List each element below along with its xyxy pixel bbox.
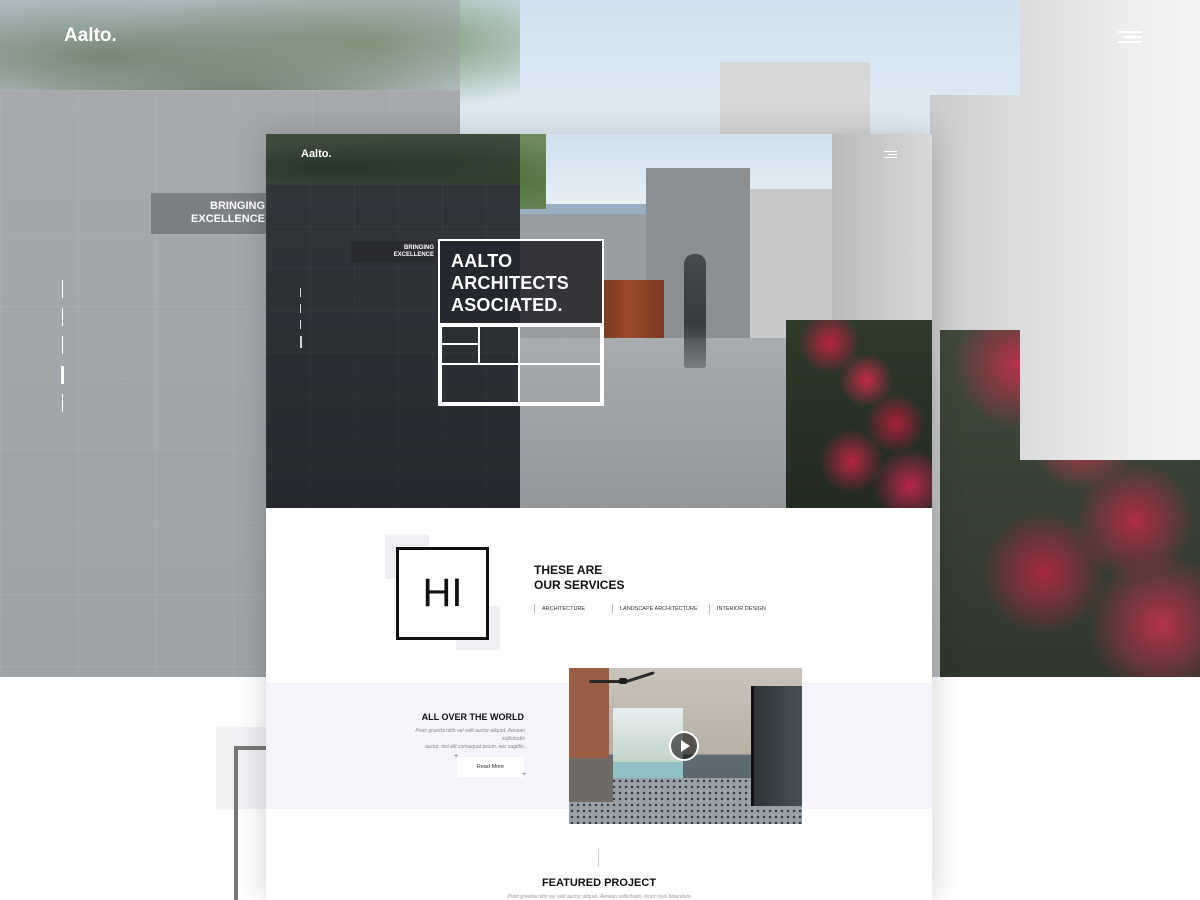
- slide-dot[interactable]: [62, 336, 63, 354]
- grid-cell: [478, 325, 520, 365]
- slide-dot-active[interactable]: [300, 336, 302, 348]
- background-wall-right: [1020, 0, 1200, 460]
- services-list: ARCHITECTURE LANDSCAPE ARCHITECTURE INTE…: [534, 604, 769, 616]
- video-thumbnail[interactable]: [569, 668, 802, 824]
- hero-flowers: [786, 320, 932, 508]
- services-title: THESE ARE OUR SERVICES: [534, 563, 674, 593]
- hero-title-line2: ARCHITECTS: [451, 273, 569, 293]
- background-logo[interactable]: Aalto.: [64, 25, 117, 47]
- background-tagline-line2: EXCELLENCE: [191, 213, 265, 225]
- grid-cell: [440, 325, 480, 345]
- ceiling-fan: [589, 671, 659, 690]
- hero-tagline-line1: BRINGING: [404, 245, 434, 251]
- hero-tagline: BRINGING EXCELLENCE: [350, 241, 437, 263]
- world-title: ALL OVER THE WORLD: [421, 712, 524, 722]
- hi-badge: HI: [396, 547, 489, 640]
- hero-wall-right: [750, 189, 836, 339]
- grid-cell: [518, 325, 602, 365]
- hero-title-panel: AALTO ARCHITECTS ASOCIATED.: [440, 241, 602, 325]
- grid-cell: [440, 363, 520, 404]
- video-window: [751, 686, 802, 806]
- video-counter: [569, 758, 613, 802]
- grid-cell: [440, 343, 480, 365]
- website-mockup: Aalto. BRINGING EXCELLENCE AALTO ARCHITE…: [266, 134, 932, 900]
- slide-dot[interactable]: [300, 304, 301, 313]
- background-slide-indicator[interactable]: [61, 280, 65, 412]
- read-more-button[interactable]: Read More: [457, 757, 524, 777]
- grid-cell: [518, 363, 602, 404]
- world-text-line2: auctor, nisi elit consequat ipsum, nec s…: [424, 744, 525, 750]
- hero-title: AALTO ARCHITECTS ASOCIATED.: [451, 250, 569, 316]
- hero-slide-indicator[interactable]: [300, 288, 302, 360]
- services-title-line2: OUR SERVICES: [534, 578, 625, 592]
- hero-title-line3: ASOCIATED.: [451, 295, 563, 315]
- background-tagline-line1: BRINGING: [210, 200, 265, 212]
- featured-text: Proin gravida nibh vel velit auctor aliq…: [507, 894, 691, 900]
- hamburger-menu-icon[interactable]: [884, 151, 897, 159]
- play-icon[interactable]: [669, 731, 699, 761]
- slide-dot[interactable]: [300, 288, 301, 297]
- background-tagline: BRINGING EXCELLENCE: [151, 193, 269, 234]
- featured-title: FEATURED PROJECT: [541, 877, 657, 889]
- decorative-square: [234, 746, 268, 900]
- site-logo[interactable]: Aalto.: [301, 148, 332, 160]
- service-item-landscape-architecture[interactable]: LANDSCAPE ARCHITECTURE: [612, 604, 709, 614]
- hero-title-box: AALTO ARCHITECTS ASOCIATED.: [438, 239, 604, 406]
- world-text: Proin gravida nibh vel velit auctor aliq…: [392, 727, 525, 751]
- slide-dot[interactable]: [62, 308, 63, 326]
- plus-icon: +: [522, 771, 527, 778]
- services-title-line1: THESE ARE: [534, 563, 603, 577]
- video-pool: [613, 762, 683, 778]
- slide-dot-active[interactable]: [61, 366, 64, 384]
- slide-dot[interactable]: [62, 280, 63, 298]
- hero-person: [684, 254, 706, 368]
- featured-divider: [598, 849, 599, 867]
- service-item-architecture[interactable]: ARCHITECTURE: [534, 604, 612, 614]
- slide-dot[interactable]: [62, 394, 63, 412]
- hero-tagline-line2: EXCELLENCE: [393, 252, 434, 258]
- hamburger-menu-icon[interactable]: [1118, 31, 1142, 43]
- hero-title-line1: AALTO: [451, 251, 513, 271]
- world-text-line1: Proin gravida nibh vel velit auctor aliq…: [415, 728, 525, 742]
- hero-section: Aalto. BRINGING EXCELLENCE AALTO ARCHITE…: [266, 134, 932, 508]
- slide-dot[interactable]: [300, 320, 301, 329]
- service-item-interior-design[interactable]: INTERIOR DESIGN: [709, 604, 769, 614]
